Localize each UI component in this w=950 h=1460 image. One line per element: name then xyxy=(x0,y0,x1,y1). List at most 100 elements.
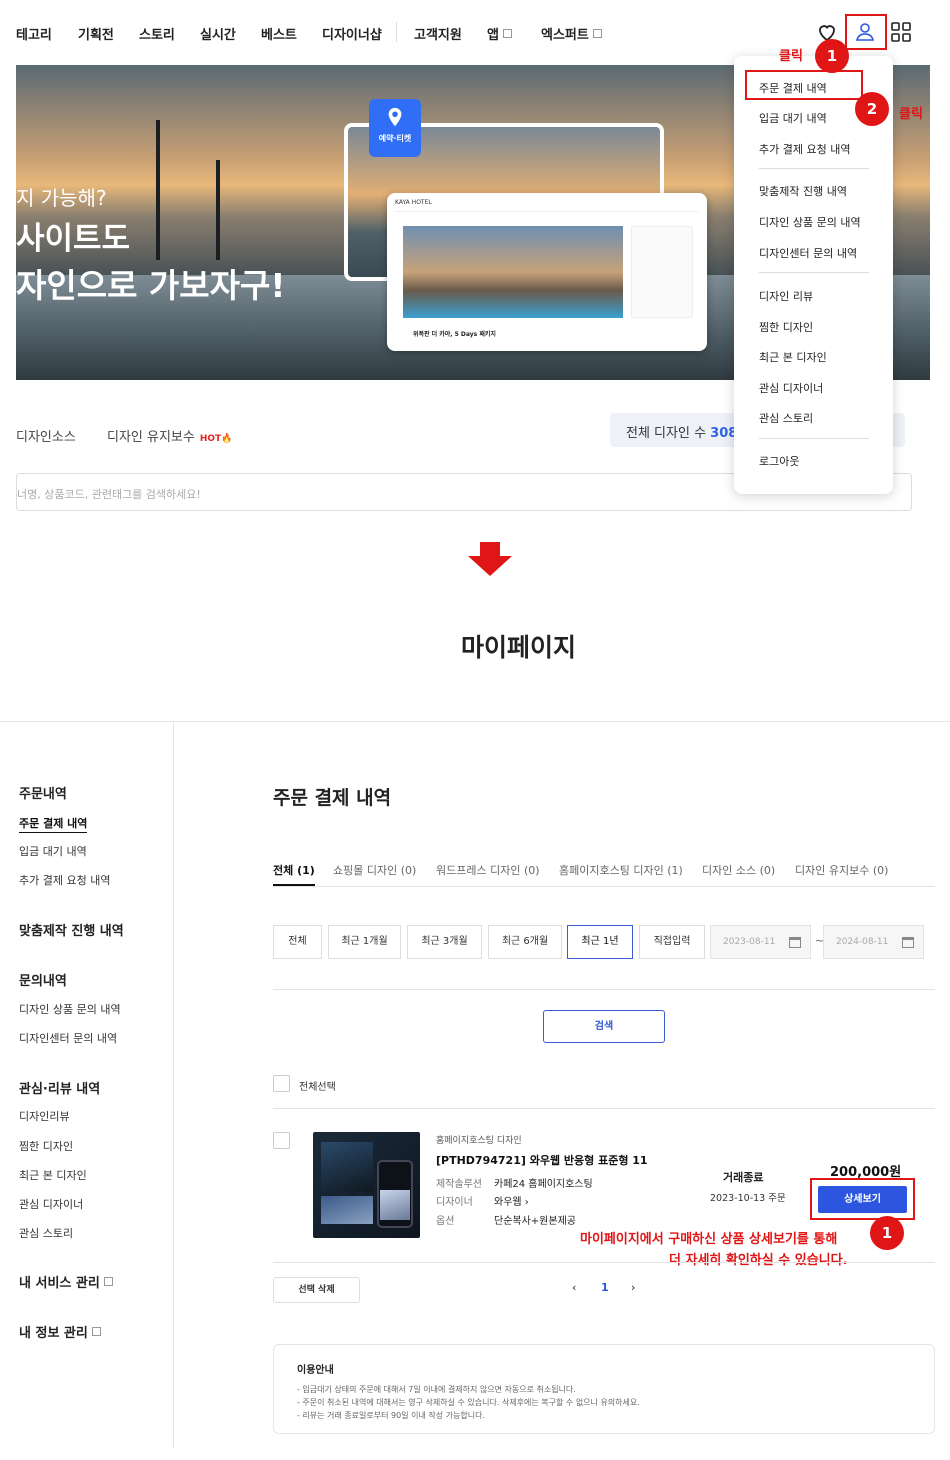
hot-badge: HOT xyxy=(199,434,222,444)
nav-divider xyxy=(396,22,397,42)
annotation-note-2: 더 자세히 확인하실 수 있습니다. xyxy=(669,1253,848,1268)
tab-design-maintenance[interactable]: 디자인 유지보수 HOT🔥 xyxy=(107,426,232,445)
dropdown-logout[interactable]: 로그아웃 xyxy=(759,453,799,469)
click-label-1: 클릭 xyxy=(779,49,803,64)
pager-next[interactable]: › xyxy=(631,1281,635,1294)
period-3m-button[interactable]: 최근 3개월 xyxy=(407,925,482,959)
banner-line-2: 사이트도 xyxy=(16,221,131,257)
sidebar-interest-heading: 관심·리뷰 내역 xyxy=(19,1082,101,1097)
order-status: 거래종료 xyxy=(723,1171,764,1184)
usage-guide-title: 이용안내 xyxy=(297,1365,334,1376)
nav-best[interactable]: 베스트 xyxy=(261,24,297,43)
nav-designer-shop[interactable]: 디자이너샵 xyxy=(322,24,382,43)
usage-guide-line: - 입금대기 상태의 주문에 대해서 7일 이내에 결제하지 않으면 자동으로 … xyxy=(297,1385,576,1394)
designer-link[interactable]: 와우웹 › xyxy=(494,1193,529,1208)
tab-all[interactable]: 전체 (1) xyxy=(273,862,315,886)
tab-hosting[interactable]: 홈페이지호스팅 디자인 (1) xyxy=(559,862,683,878)
sidebar-order-payment[interactable]: 주문 결제 내역 xyxy=(19,815,88,833)
tab-wordpress[interactable]: 워드프레스 디자인 (0) xyxy=(436,862,540,878)
top-nav: 테고리 기획전 스토리 실시간 베스트 디자이너샵 고객지원 앱 엑스퍼트 xyxy=(0,0,950,64)
sidebar-fav-designer[interactable]: 관심 디자이너 xyxy=(19,1196,83,1212)
pager-prev[interactable]: ‹ xyxy=(572,1281,576,1294)
nav-expert[interactable]: 엑스퍼트 xyxy=(541,24,602,43)
annotation-note-1: 마이페이지에서 구매하신 상품 상세보기를 통해 xyxy=(580,1232,838,1247)
period-1y-button[interactable]: 최근 1년 xyxy=(567,925,633,959)
nav-category[interactable]: 테고리 xyxy=(16,24,52,43)
meta-value: 카페24 홈페이지호스팅 xyxy=(494,1179,593,1190)
date-to-input[interactable]: 2024-08-11 xyxy=(823,925,924,959)
mypage-heading: 마이페이지 xyxy=(460,633,576,662)
tab-maintenance[interactable]: 디자인 유지보수 (0) xyxy=(795,862,888,878)
dropdown-fav-designer[interactable]: 관심 디자이너 xyxy=(759,380,823,396)
delete-selected-button[interactable]: 선택 삭제 xyxy=(273,1277,360,1303)
sidebar-custom-heading[interactable]: 맞춤제작 진행 내역 xyxy=(19,920,124,939)
sidebar-inquiry-heading: 문의내역 xyxy=(19,974,67,989)
arrow-down-icon xyxy=(468,542,512,576)
period-custom-button[interactable]: 직접입력 xyxy=(639,925,705,959)
select-all-label: 전체선택 xyxy=(299,1082,336,1093)
external-link-icon xyxy=(103,1277,113,1286)
highlight-order-payment xyxy=(745,70,863,100)
search-button[interactable]: 검색 xyxy=(543,1010,665,1043)
order-checkbox[interactable] xyxy=(273,1132,290,1149)
sidebar-center-inquiry[interactable]: 디자인센터 문의 내역 xyxy=(19,1030,117,1046)
pager-page-1[interactable]: 1 xyxy=(601,1281,609,1294)
tab-design-source[interactable]: 디자인소스 xyxy=(16,426,76,445)
period-all-button[interactable]: 전체 xyxy=(273,925,322,959)
grid-menu-icon[interactable] xyxy=(889,20,913,44)
banner-line-1: 지 가능해? xyxy=(16,186,107,210)
nav-support[interactable]: 고객지원 xyxy=(414,24,462,43)
external-link-icon xyxy=(91,1327,101,1336)
tab-source[interactable]: 디자인 소스 (0) xyxy=(702,862,775,878)
dropdown-deposit-wait[interactable]: 입금 대기 내역 xyxy=(759,110,827,126)
external-link-icon xyxy=(502,29,512,38)
sidebar-extra-payment[interactable]: 추가 결제 요청 내역 xyxy=(19,872,110,888)
step-badge-detail: 1 xyxy=(870,1216,904,1250)
nav-realtime[interactable]: 실시간 xyxy=(200,24,236,43)
dropdown-custom-progress[interactable]: 맞춤제작 진행 내역 xyxy=(759,183,847,199)
highlight-detail-button xyxy=(810,1178,915,1220)
sidebar-recent[interactable]: 최근 본 디자인 xyxy=(19,1167,87,1183)
meta-label: 옵션 xyxy=(436,1216,455,1227)
sidebar-fav-story[interactable]: 관심 스토리 xyxy=(19,1225,73,1241)
sidebar-info-heading[interactable]: 내 정보 관리 xyxy=(19,1322,101,1341)
period-1m-button[interactable]: 최근 1개월 xyxy=(328,925,401,959)
order-category: 홈페이지호스팅 디자인 xyxy=(436,1136,522,1146)
meta-label: 제작솔루션 xyxy=(436,1179,482,1190)
date-from-input[interactable]: 2023-08-11 xyxy=(710,925,811,959)
dropdown-extra-payment[interactable]: 추가 결제 요청 내역 xyxy=(759,141,850,157)
banner-hotel-card: KAYA HOTEL 위폭판 더 카야, 5 Days 패키지 xyxy=(387,193,707,351)
nav-special[interactable]: 기획전 xyxy=(78,24,114,43)
dropdown-review[interactable]: 디자인 리뷰 xyxy=(759,288,813,304)
step-badge-1: 1 xyxy=(815,39,849,73)
dropdown-wishlist[interactable]: 찜한 디자인 xyxy=(759,319,813,335)
period-6m-button[interactable]: 최근 6개월 xyxy=(488,925,562,959)
order-product-name[interactable]: [PTHD794721] 와우웹 반응형 표준형 11 xyxy=(436,1152,648,1168)
dropdown-product-inquiry[interactable]: 디자인 상품 문의 내역 xyxy=(759,214,861,230)
tab-shoppingmall[interactable]: 쇼핑몰 디자인 (0) xyxy=(333,862,416,878)
nav-app[interactable]: 앱 xyxy=(487,24,512,43)
banner-line-3: 자인으로 가보자구! xyxy=(16,266,286,305)
page-title: 주문 결제 내역 xyxy=(273,787,392,809)
dropdown-fav-story[interactable]: 관심 스토리 xyxy=(759,410,813,426)
step-badge-2: 2 xyxy=(855,92,889,126)
calendar-icon[interactable] xyxy=(789,937,801,948)
usage-guide-line: - 리뷰는 거래 종료일로부터 90일 이내 작성 가능합니다. xyxy=(297,1411,485,1420)
dropdown-center-inquiry[interactable]: 디자인센터 문의 내역 xyxy=(759,245,857,261)
dropdown-recent[interactable]: 최근 본 디자인 xyxy=(759,349,827,365)
sidebar-service-heading[interactable]: 내 서비스 관리 xyxy=(19,1272,113,1291)
sidebar-deposit-wait[interactable]: 입금 대기 내역 xyxy=(19,843,87,859)
order-date: 2023-10-13 주문 xyxy=(710,1193,786,1204)
product-thumbnail[interactable] xyxy=(313,1132,420,1238)
highlight-user-icon xyxy=(845,14,887,50)
select-all-checkbox[interactable] xyxy=(273,1075,290,1092)
calendar-icon[interactable] xyxy=(902,937,914,948)
sidebar-product-inquiry[interactable]: 디자인 상품 문의 내역 xyxy=(19,1001,121,1017)
location-pin-icon xyxy=(388,107,402,127)
external-link-icon xyxy=(592,29,602,38)
sidebar-wishlist[interactable]: 찜한 디자인 xyxy=(19,1138,73,1154)
usage-guide-line: - 주문이 취소된 내역에 대해서는 영구 삭제하실 수 있습니다. 삭제후에는… xyxy=(297,1398,640,1407)
meta-value: 단순복사+원본제공 xyxy=(494,1216,576,1227)
sidebar-review[interactable]: 디자인리뷰 xyxy=(19,1108,70,1124)
nav-story[interactable]: 스토리 xyxy=(139,24,175,43)
